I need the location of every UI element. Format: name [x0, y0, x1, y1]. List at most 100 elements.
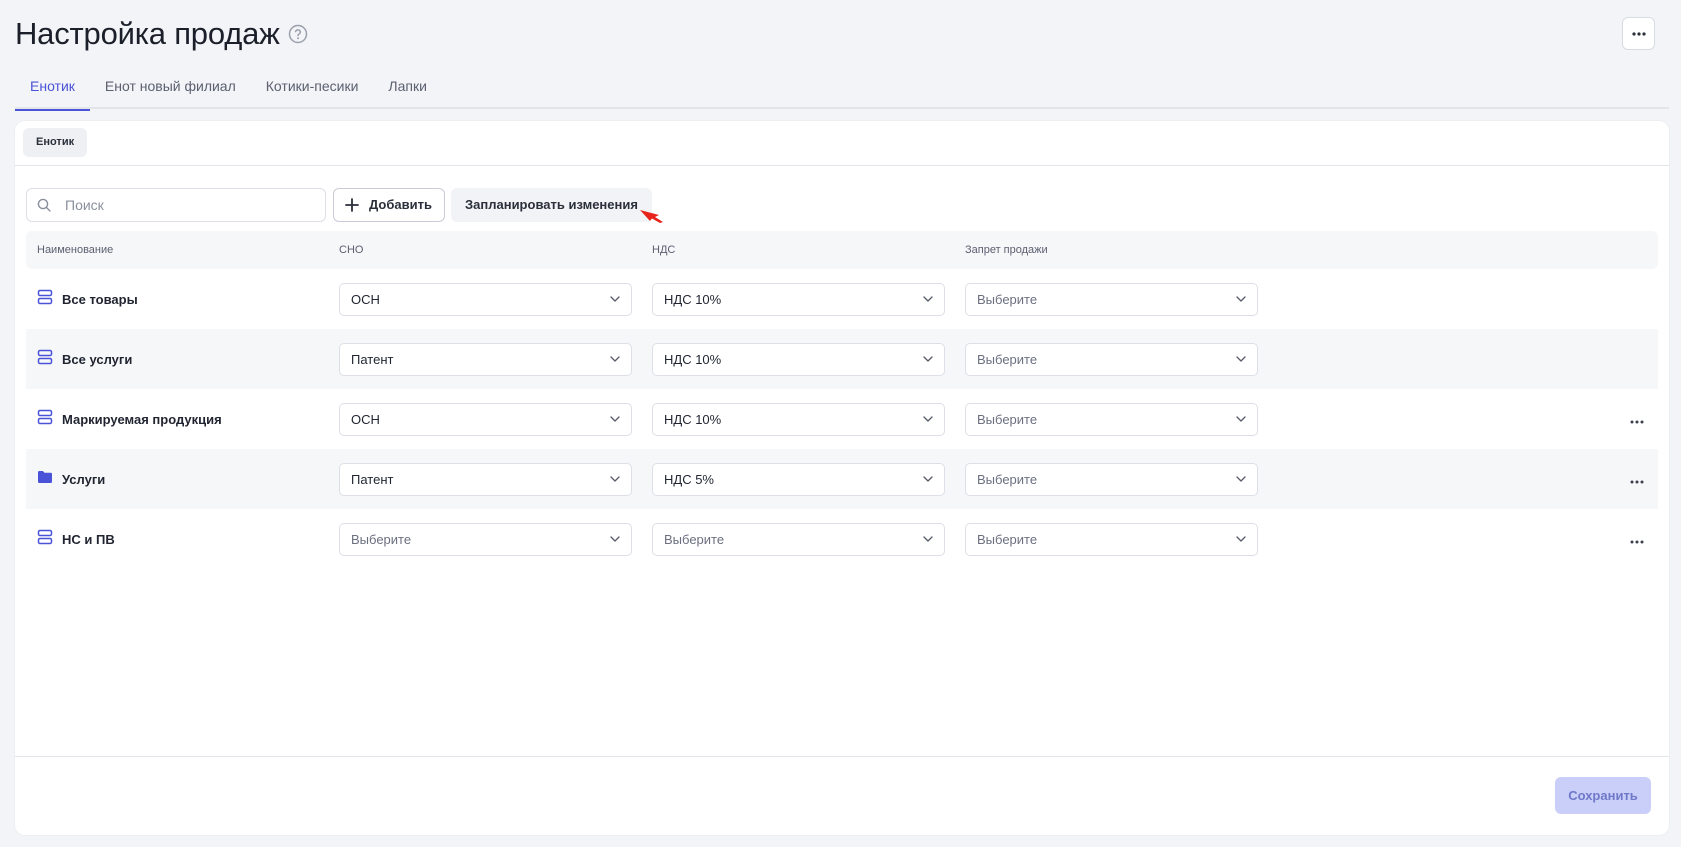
- chevron-down-icon: [1236, 536, 1246, 542]
- list-group-icon: [37, 289, 53, 310]
- toolbar: Поиск Добавить Запланировать изменения: [26, 187, 652, 222]
- tab-lapki[interactable]: Лапки: [373, 70, 442, 109]
- row-name-cell: Все товары: [26, 289, 338, 310]
- sno-cell: Патент: [338, 342, 651, 376]
- list-group-icon: [37, 529, 53, 550]
- folder-icon: [37, 470, 53, 489]
- sale-ban-select-value: Выберите: [977, 411, 1038, 427]
- table-row: Все товары ОСН НДС 10% Выберите: [26, 269, 1658, 329]
- footer-divider: [15, 756, 1669, 757]
- sales-settings-table: Наименование СНО НДС Запрет продажи Все …: [26, 231, 1658, 569]
- subtab-enotik[interactable]: Енотик: [23, 128, 88, 157]
- sale-ban-select-value: Выберите: [977, 471, 1038, 487]
- table-header: Наименование СНО НДС Запрет продажи: [26, 231, 1658, 269]
- tab-enotik[interactable]: Енотик: [15, 70, 90, 111]
- nds-select-value: Выберите: [664, 531, 725, 547]
- row-name-cell: Все услуги: [26, 349, 338, 370]
- nds-select[interactable]: НДС 10%: [652, 402, 945, 436]
- branch-tabs: Енотик Енот новый филиал Котики-песики Л…: [15, 70, 1669, 111]
- sale-ban-select[interactable]: Выберите: [965, 282, 1258, 316]
- chevron-down-icon: [1236, 416, 1246, 422]
- chevron-down-icon: [923, 356, 933, 362]
- page-title: Настройка продаж: [15, 16, 280, 51]
- sno-select-value: ОСН: [351, 411, 380, 427]
- row-name-cell: Услуги: [26, 470, 338, 489]
- nds-select[interactable]: Выберите: [652, 522, 945, 556]
- sno-cell: Патент: [338, 462, 651, 496]
- sale-ban-select-value: Выберите: [977, 291, 1038, 307]
- chevron-down-icon: [1236, 476, 1246, 482]
- zapret-cell: Выберите: [964, 402, 1277, 436]
- subtabs: Енотик: [15, 121, 1669, 166]
- chevron-down-icon: [610, 536, 620, 542]
- sno-select-value: Патент: [351, 351, 394, 367]
- nds-select-value: НДС 10%: [664, 291, 722, 307]
- header-name: Наименование: [37, 244, 114, 256]
- settings-card: Енотик Поиск Добавить Запланировать изме…: [15, 121, 1669, 835]
- sno-select[interactable]: ОСН: [339, 282, 632, 316]
- page-header: Настройка продаж: [15, 14, 1667, 54]
- schedule-changes-button[interactable]: Запланировать изменения: [451, 187, 652, 222]
- nds-select[interactable]: НДС 5%: [652, 462, 945, 496]
- save-button[interactable]: Сохранить: [1555, 777, 1651, 814]
- chevron-down-icon: [923, 416, 933, 422]
- sale-ban-select[interactable]: Выберите: [965, 522, 1258, 556]
- list-group-icon: [37, 409, 53, 430]
- chevron-down-icon: [923, 296, 933, 302]
- sale-ban-select-value: Выберите: [977, 531, 1038, 547]
- question-circle-icon[interactable]: [288, 24, 308, 44]
- nds-select[interactable]: НДС 10%: [652, 282, 945, 316]
- sale-ban-select-value: Выберите: [977, 351, 1038, 367]
- table-row: НС и ПВ Выберите Выберите Выберите: [26, 509, 1658, 569]
- row-name: НС и ПВ: [62, 531, 115, 547]
- nds-cell: НДС 10%: [651, 282, 964, 316]
- row-name: Услуги: [62, 471, 106, 487]
- sno-select[interactable]: Патент: [339, 342, 632, 376]
- row-more-button[interactable]: [1630, 411, 1644, 429]
- nds-select-value: НДС 10%: [664, 411, 722, 427]
- more-horizontal-icon: [1631, 31, 1646, 36]
- zapret-cell: Выберите: [964, 342, 1277, 376]
- nds-select[interactable]: НДС 10%: [652, 342, 945, 376]
- sno-select[interactable]: Выберите: [339, 522, 632, 556]
- list-group-icon: [37, 349, 53, 370]
- row-name-cell: НС и ПВ: [26, 529, 338, 550]
- tab-enot-new-branch[interactable]: Енот новый филиал: [90, 70, 251, 109]
- table-row: Маркируемая продукция ОСН НДС 10% Выбери…: [26, 389, 1658, 449]
- chevron-down-icon: [923, 476, 933, 482]
- chevron-down-icon: [923, 536, 933, 542]
- sno-select[interactable]: ОСН: [339, 402, 632, 436]
- sno-cell: ОСН: [338, 282, 651, 316]
- table-row: Услуги Патент НДС 5% Выберите: [26, 449, 1658, 509]
- tab-kotiki-pesiki[interactable]: Котики-песики: [251, 70, 374, 109]
- sale-ban-select[interactable]: Выберите: [965, 402, 1258, 436]
- sale-ban-select[interactable]: Выберите: [965, 462, 1258, 496]
- search-icon: [37, 198, 51, 212]
- nds-cell: НДС 5%: [651, 462, 964, 496]
- chevron-down-icon: [610, 356, 620, 362]
- sno-select-value: Патент: [351, 471, 394, 487]
- cursor-pointer-icon: [640, 210, 663, 223]
- row-more-button[interactable]: [1630, 531, 1644, 549]
- row-name: Все товары: [62, 291, 138, 307]
- header-sno: СНО: [339, 244, 364, 256]
- zapret-cell: Выберите: [964, 462, 1277, 496]
- plus-icon: [345, 197, 359, 212]
- search-input[interactable]: Поиск: [26, 187, 326, 222]
- chevron-down-icon: [1236, 356, 1246, 362]
- row-name-cell: Маркируемая продукция: [26, 409, 338, 430]
- page-more-button[interactable]: [1622, 17, 1655, 50]
- nds-cell: Выберите: [651, 522, 964, 556]
- row-more-button[interactable]: [1630, 471, 1644, 489]
- nds-select-value: НДС 5%: [664, 471, 714, 487]
- add-button[interactable]: Добавить: [333, 187, 445, 222]
- sno-select-value: ОСН: [351, 291, 380, 307]
- sno-select[interactable]: Патент: [339, 462, 632, 496]
- sale-ban-select[interactable]: Выберите: [965, 342, 1258, 376]
- nds-select-value: НДС 10%: [664, 351, 722, 367]
- zapret-cell: Выберите: [964, 282, 1277, 316]
- header-zapret: Запрет продажи: [965, 244, 1048, 256]
- chevron-down-icon: [610, 416, 620, 422]
- sno-select-value: Выберите: [351, 531, 412, 547]
- more-horizontal-icon: [1630, 420, 1644, 424]
